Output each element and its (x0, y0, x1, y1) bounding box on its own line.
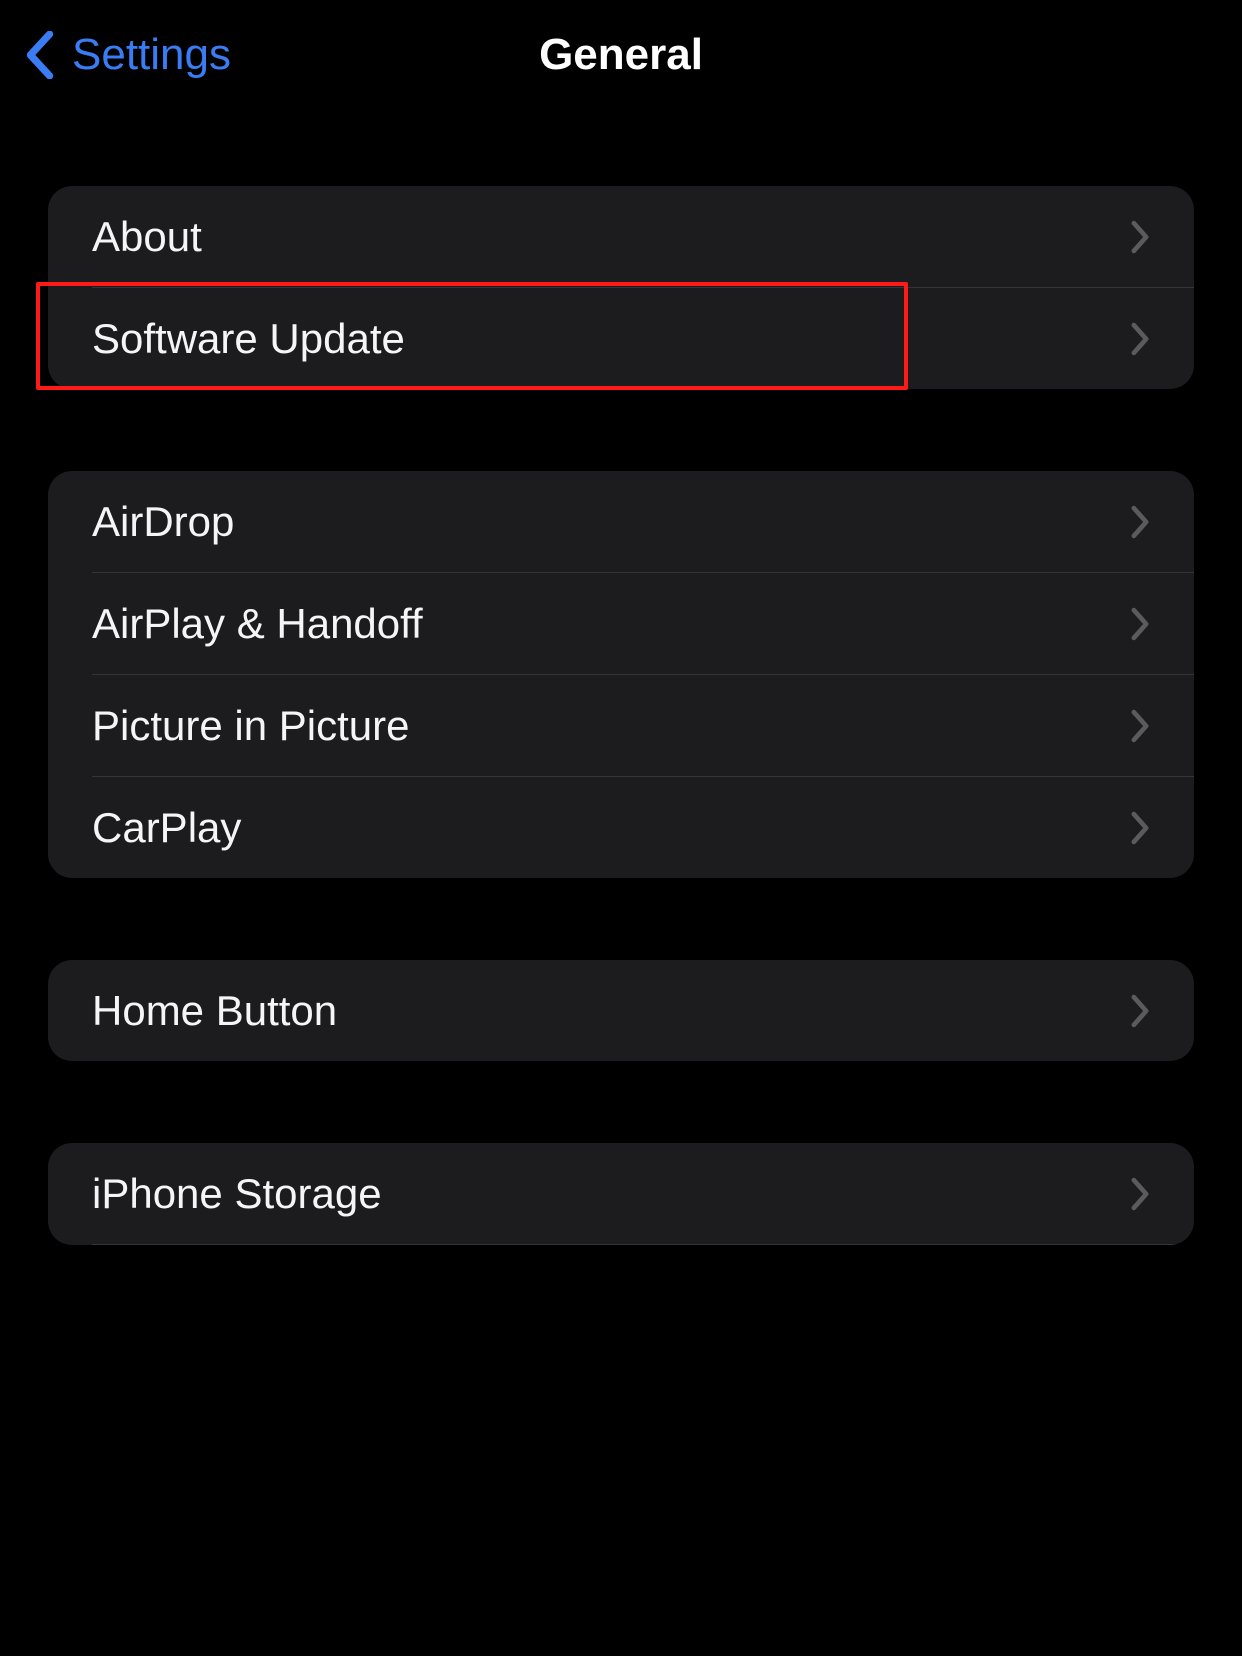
row-label: AirPlay & Handoff (92, 600, 423, 648)
chevron-right-icon (1130, 709, 1150, 743)
settings-group-1: About Software Update (48, 186, 1194, 389)
row-picture-in-picture[interactable]: Picture in Picture (48, 675, 1194, 776)
row-about[interactable]: About (48, 186, 1194, 287)
page-title: General (539, 30, 703, 80)
back-label: Settings (72, 30, 231, 80)
settings-group-3: Home Button (48, 960, 1194, 1061)
row-software-update[interactable]: Software Update (48, 288, 1194, 389)
row-label: AirDrop (92, 498, 234, 546)
row-label: CarPlay (92, 804, 241, 852)
separator (92, 1244, 1194, 1245)
row-label: iPhone Storage (92, 1170, 382, 1218)
row-home-button[interactable]: Home Button (48, 960, 1194, 1061)
chevron-right-icon (1130, 811, 1150, 845)
row-label: Picture in Picture (92, 702, 409, 750)
chevron-left-icon (24, 31, 56, 79)
chevron-right-icon (1130, 994, 1150, 1028)
row-airdrop[interactable]: AirDrop (48, 471, 1194, 572)
row-label: Software Update (92, 315, 405, 363)
row-airplay-handoff[interactable]: AirPlay & Handoff (48, 573, 1194, 674)
row-label: About (92, 213, 202, 261)
nav-header: Settings General (0, 0, 1242, 110)
settings-group-4: iPhone Storage (48, 1143, 1194, 1245)
chevron-right-icon (1130, 322, 1150, 356)
chevron-right-icon (1130, 1177, 1150, 1211)
row-label: Home Button (92, 987, 337, 1035)
chevron-right-icon (1130, 505, 1150, 539)
row-iphone-storage[interactable]: iPhone Storage (48, 1143, 1194, 1244)
row-carplay[interactable]: CarPlay (48, 777, 1194, 878)
content: About Software Update AirDrop AirPlay & … (0, 110, 1242, 1245)
chevron-right-icon (1130, 220, 1150, 254)
settings-group-2: AirDrop AirPlay & Handoff Picture in Pic… (48, 471, 1194, 878)
back-button[interactable]: Settings (24, 30, 231, 80)
chevron-right-icon (1130, 607, 1150, 641)
